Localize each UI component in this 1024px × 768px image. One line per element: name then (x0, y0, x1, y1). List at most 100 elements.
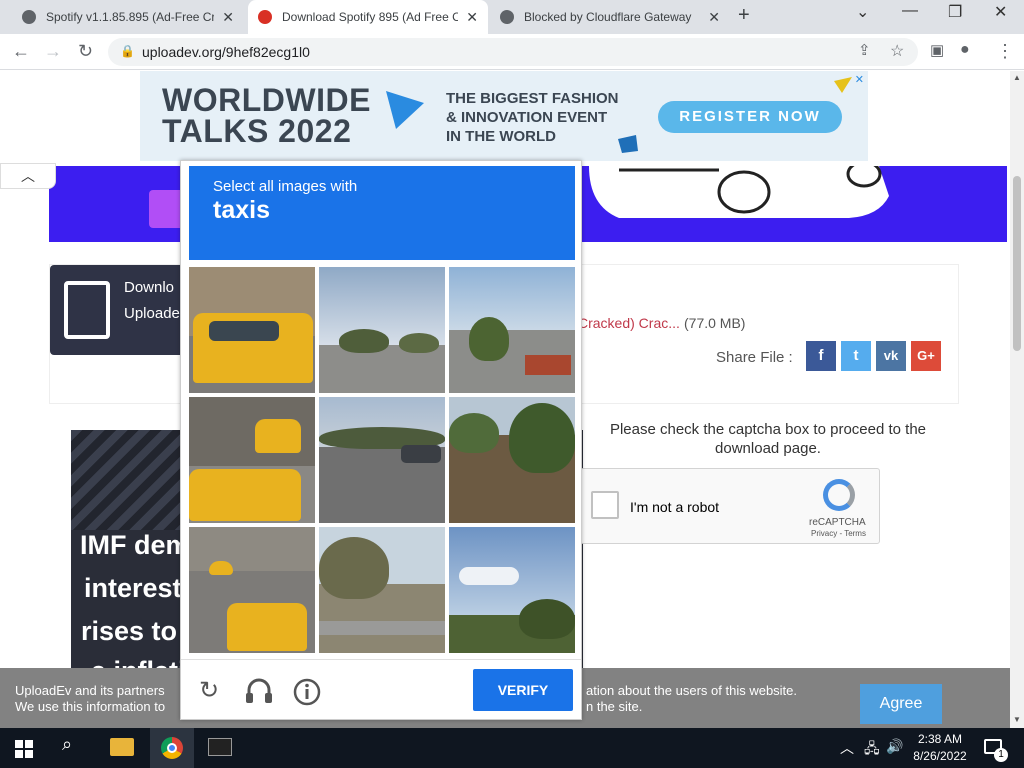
back-button[interactable]: ← (12, 41, 30, 62)
recaptcha-brand: reCAPTCHA (809, 517, 866, 528)
system-clock[interactable]: 2:38 AM 8/26/2022 (910, 731, 970, 765)
scroll-down-arrow-icon[interactable]: ▼ (1013, 715, 1021, 724)
forward-button[interactable]: → (44, 41, 62, 62)
image-tile[interactable] (449, 397, 575, 523)
captcha-notice: Please check the captcha box to proceed … (609, 421, 927, 457)
taxi-image (189, 469, 301, 521)
address-bar[interactable]: 🔒 uploadev.org/9hef82ecg1l0 (108, 38, 918, 66)
new-tab-button[interactable]: + (738, 4, 750, 27)
info-icon[interactable] (293, 678, 321, 706)
verify-button[interactable]: VERIFY (473, 669, 573, 711)
reload-button[interactable]: ↻ (78, 41, 93, 62)
file-name: Cracked) Crac... (578, 315, 680, 331)
search-icon[interactable]: ⌕ (62, 734, 72, 755)
share-icon[interactable]: ⇪ (858, 41, 871, 59)
car-illustration (589, 166, 889, 218)
ad-arrow-icon (386, 91, 424, 129)
windows-start-icon[interactable] (15, 740, 33, 758)
taxi-image (209, 561, 233, 575)
challenge-target: taxis (213, 196, 270, 224)
image-tile[interactable] (319, 267, 445, 393)
close-icon[interactable]: ✕ (466, 9, 478, 26)
captcha-challenge: Select all images with taxis ↻ VERIFY (180, 160, 582, 720)
tab-download-spotify[interactable]: Download Spotify 895 (Ad Free C ✕ (248, 0, 488, 34)
agree-button[interactable]: Agree (860, 684, 942, 724)
ad-triangle-icon (834, 77, 852, 93)
challenge-instruction: Select all images with (213, 178, 358, 195)
recaptcha-links[interactable]: Privacy - Terms (811, 529, 866, 538)
image-tile[interactable] (449, 527, 575, 653)
document-icon (64, 281, 110, 339)
chrome-taskbar-button[interactable] (150, 728, 194, 768)
download-box[interactable]: Downlo Uploade (50, 265, 190, 355)
scroll-up-arrow-icon[interactable]: ▲ (1013, 73, 1021, 82)
minimize-button[interactable]: — (902, 2, 918, 20)
lock-icon[interactable]: 🔒 (120, 44, 135, 58)
globe-icon (500, 10, 514, 24)
file-size: (77.0 MB) (684, 315, 746, 331)
tab-search-chevron-icon[interactable]: ⌄ (856, 2, 869, 22)
vk-share-button[interactable]: vk (876, 341, 906, 371)
image-tile[interactable] (189, 267, 315, 393)
tab-title: Download Spotify 895 (Ad Free C (282, 10, 459, 24)
tab-title: Spotify v1.1.85.895 (Ad-Free Crac (46, 10, 215, 24)
audio-challenge-icon[interactable] (245, 678, 273, 704)
close-icon[interactable]: ✕ (222, 9, 234, 26)
restore-button[interactable]: ❐ (948, 2, 962, 22)
recaptcha-label: I'm not a robot (630, 499, 720, 515)
network-icon[interactable]: 🖧 (864, 738, 880, 762)
file-explorer-icon[interactable] (110, 738, 134, 756)
scroll-up-button[interactable]: ︿ (0, 163, 56, 189)
news-pattern (71, 430, 191, 530)
side-panel-icon[interactable]: ▣ (930, 41, 944, 59)
challenge-header: Select all images with taxis (189, 166, 575, 260)
recaptcha-widget: I'm not a robot reCAPTCHA Privacy - Term… (580, 468, 880, 544)
image-grid (189, 267, 575, 653)
close-icon[interactable]: ✕ (708, 9, 720, 26)
bookmark-star-icon[interactable]: ☆ (890, 41, 904, 61)
image-tile[interactable] (319, 397, 445, 523)
globe-icon (22, 10, 36, 24)
ad-sub-line3: IN THE WORLD (446, 128, 556, 145)
terminal-icon[interactable] (208, 738, 232, 756)
tab-title: Blocked by Cloudflare Gateway (524, 10, 692, 24)
download-line2: Uploade (124, 305, 180, 322)
facebook-share-button[interactable]: f (806, 341, 836, 371)
ad-close-icon[interactable]: ✕ (855, 73, 864, 86)
ad-headline-line2: TALKS 2022 (162, 113, 352, 149)
page-scrollbar[interactable]: ▲ ▼ (1010, 71, 1024, 728)
google-plus-share-button[interactable]: G+ (911, 341, 941, 371)
ad-shape-icon (618, 135, 638, 153)
scrollbar-thumb[interactable] (1013, 176, 1021, 351)
ad-subtext: THE BIGGEST FASHION & INNOVATION EVENT I… (446, 89, 619, 146)
recaptcha-checkbox[interactable] (591, 491, 619, 519)
share-label: Share File : (716, 349, 793, 366)
cookie-text-left: UploadEv and its partners We use this in… (15, 683, 165, 715)
uploadev-icon (258, 10, 272, 24)
tray-chevron-icon[interactable]: ︿ (840, 738, 854, 758)
ad-headline: WORLDWIDE TALKS 2022 (162, 84, 371, 149)
volume-icon[interactable]: 🔊 (886, 738, 903, 755)
image-tile[interactable] (319, 527, 445, 653)
image-tile[interactable] (189, 527, 315, 653)
twitter-share-button[interactable]: t (841, 341, 871, 371)
recaptcha-logo-icon (823, 479, 855, 511)
notification-count-badge: 1 (994, 748, 1008, 762)
clock-date: 8/26/2022 (913, 749, 967, 763)
image-tile[interactable] (189, 397, 315, 523)
profile-icon[interactable]: ● (960, 41, 970, 59)
menu-icon[interactable]: ⋮ (996, 41, 1014, 62)
image-tile[interactable] (449, 267, 575, 393)
register-now-button[interactable]: REGISTER NOW (658, 101, 842, 133)
taxi-image (255, 419, 301, 453)
tab-spotify-crack[interactable]: Spotify v1.1.85.895 (Ad-Free Crac ✕ (12, 0, 244, 34)
close-window-button[interactable]: ✕ (994, 2, 1007, 22)
cookie-line1-left: UploadEv and its partners (15, 683, 165, 698)
ad-banner[interactable]: WORLDWIDE TALKS 2022 THE BIGGEST FASHION… (140, 71, 868, 161)
ad-sub-line2: & INNOVATION EVENT (446, 109, 608, 126)
ad-sub-line1: THE BIGGEST FASHION (446, 90, 619, 107)
challenge-footer: ↻ VERIFY (181, 659, 581, 719)
reload-challenge-icon[interactable]: ↻ (199, 676, 219, 705)
cookie-line2-right: n the site. (586, 699, 643, 714)
tab-cloudflare-blocked[interactable]: Blocked by Cloudflare Gateway ✕ (490, 0, 730, 34)
